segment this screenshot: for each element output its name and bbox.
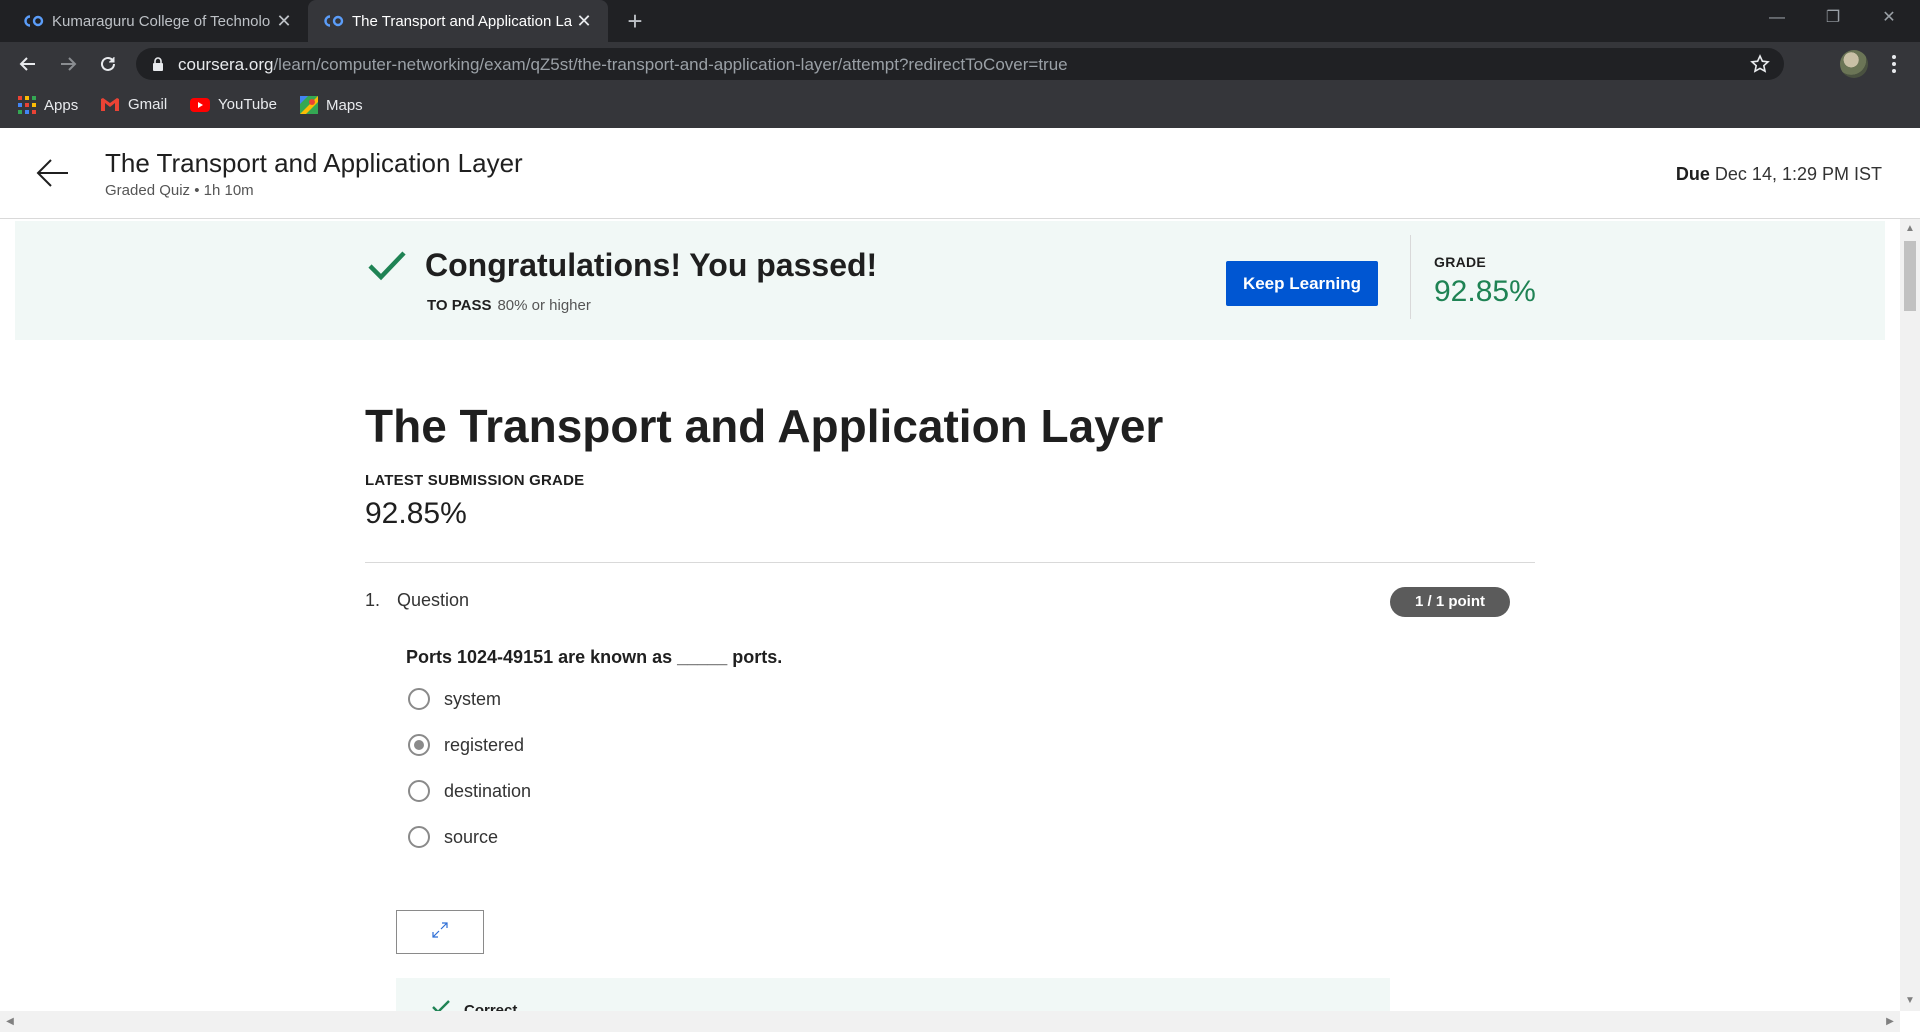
url-input[interactable]: coursera.org/learn/computer-networking/e…	[136, 48, 1784, 80]
bookmark-label: Gmail	[128, 96, 168, 113]
url-path: /learn/computer-networking/exam/qZ5st/th…	[273, 55, 1068, 74]
question-text: Ports 1024-49151 are known as _____ port…	[406, 647, 783, 667]
bookmark-label: Apps	[44, 96, 79, 114]
radio-button[interactable]	[408, 688, 430, 710]
quiz-subtitle: Graded Quiz • 1h 10m	[105, 182, 254, 199]
scroll-up-icon[interactable]: ▲	[1902, 221, 1918, 237]
radio-button[interactable]	[408, 780, 430, 802]
due-date: Due Dec 14, 1:29 PM IST	[1676, 164, 1882, 185]
radio-button[interactable]	[408, 826, 430, 848]
option-label: destination	[444, 780, 532, 801]
due-value: Dec 14, 1:29 PM IST	[1714, 164, 1882, 184]
bookmark-label: YouTube	[218, 96, 277, 113]
reload-icon[interactable]	[92, 48, 124, 80]
main-content: Congratulations! You passed! TO PASS 80% …	[0, 219, 1900, 1011]
scroll-left-icon[interactable]: ◀	[2, 1014, 18, 1030]
close-window-icon[interactable]: ✕	[1862, 0, 1916, 36]
restore-icon[interactable]: ❐	[1806, 0, 1860, 36]
pass-message: Congratulations! You passed!	[425, 247, 878, 283]
check-icon	[432, 1000, 450, 1011]
url-host: coursera.org	[178, 55, 274, 74]
bookmark-gmail[interactable]: Gmail	[100, 96, 167, 113]
back-arrow-icon[interactable]	[36, 158, 70, 193]
page-title: The Transport and Application Layer	[105, 148, 523, 178]
option-source[interactable]: source	[408, 823, 498, 851]
coursera-icon	[324, 11, 344, 31]
close-tab-icon[interactable]: ✕	[274, 11, 294, 31]
radio-button-selected[interactable]	[408, 734, 430, 756]
option-label: source	[444, 826, 499, 847]
maps-icon	[300, 96, 318, 114]
close-tab-icon[interactable]: ✕	[574, 11, 594, 31]
grade-label: GRADE	[1434, 254, 1487, 270]
url-text: coursera.org/learn/computer-networking/e…	[178, 55, 1068, 75]
lock-icon	[152, 57, 164, 76]
tab-kumaraguru[interactable]: Kumaraguru College of Technolo ✕	[8, 0, 308, 42]
gmail-icon	[100, 97, 120, 112]
latest-grade-value: 92.85%	[365, 497, 467, 530]
expand-button[interactable]	[396, 910, 484, 954]
option-system[interactable]: system	[408, 685, 501, 713]
divider	[1410, 235, 1411, 319]
check-icon	[367, 249, 407, 286]
address-bar-row: coursera.org/learn/computer-networking/e…	[0, 42, 1920, 86]
bookmark-label: Maps	[326, 96, 363, 114]
bookmark-apps[interactable]: Apps	[18, 96, 78, 114]
tab-title: The Transport and Application La	[352, 12, 572, 30]
due-label: Due	[1675, 164, 1710, 184]
latest-grade-label: LATEST SUBMISSION GRADE	[365, 472, 585, 489]
bookmarks-bar: Apps Gmail YouTube Maps	[0, 86, 1920, 128]
more-menu-icon[interactable]	[1884, 50, 1904, 78]
points-badge: 1 / 1 point	[1390, 587, 1510, 617]
expand-icon	[431, 921, 449, 944]
feedback-box: Correct	[396, 978, 1390, 1011]
option-registered[interactable]: registered	[408, 731, 524, 759]
back-icon[interactable]	[12, 48, 44, 80]
scroll-right-icon[interactable]: ▶	[1882, 1014, 1898, 1030]
profile-avatar[interactable]	[1840, 50, 1868, 78]
option-destination[interactable]: destination	[408, 777, 531, 805]
tab-transport-layer[interactable]: The Transport and Application La ✕	[308, 0, 608, 42]
option-label: registered	[444, 734, 525, 755]
tab-title: Kumaraguru College of Technolo	[52, 12, 271, 30]
vertical-scrollbar[interactable]: ▲ ▼	[1900, 219, 1920, 1011]
feedback-text: Correct	[464, 1002, 518, 1011]
to-pass-info: TO PASS 80% or higher	[427, 297, 591, 314]
keep-learning-button[interactable]: Keep Learning	[1226, 261, 1378, 306]
minimize-icon[interactable]: —	[1750, 0, 1804, 36]
coursera-icon	[24, 11, 44, 31]
quiz-title: The Transport and Application Layer	[365, 400, 1164, 452]
option-label: system	[444, 688, 502, 709]
bookmark-youtube[interactable]: YouTube	[190, 96, 277, 113]
bookmark-star-icon[interactable]	[1750, 54, 1770, 79]
forward-icon[interactable]	[52, 48, 84, 80]
grade-value: 92.85%	[1434, 275, 1536, 308]
question-number: 1.	[365, 590, 381, 610]
divider	[365, 562, 1535, 563]
to-pass-label: TO PASS	[427, 297, 492, 314]
quiz-header: The Transport and Application Layer Grad…	[0, 128, 1920, 219]
horizontal-scrollbar[interactable]: ◀ ▶	[0, 1011, 1900, 1032]
question-label: Question	[397, 590, 470, 610]
scrollbar-thumb[interactable]	[1904, 241, 1916, 311]
pass-banner: Congratulations! You passed! TO PASS 80% …	[15, 221, 1885, 340]
new-tab-button[interactable]: +	[622, 8, 648, 34]
bookmark-maps[interactable]: Maps	[300, 96, 363, 114]
to-pass-value: 80% or higher	[497, 297, 591, 314]
apps-grid-icon	[18, 96, 36, 114]
scroll-down-icon[interactable]: ▼	[1902, 993, 1918, 1009]
youtube-icon	[190, 97, 210, 112]
browser-tab-bar: Kumaraguru College of Technolo ✕ The Tra…	[0, 0, 1920, 42]
